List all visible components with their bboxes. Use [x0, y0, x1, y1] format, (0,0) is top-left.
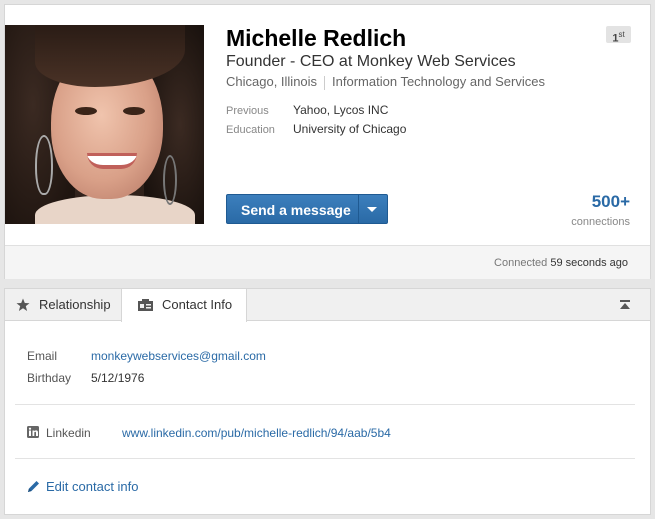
button-divider: [358, 195, 359, 223]
profile-industry[interactable]: Information Technology and Services: [332, 74, 545, 89]
collapse-triangle: [620, 303, 630, 309]
profile-headline: Founder - CEO at Monkey Web Services: [226, 53, 516, 70]
birthday-value: 5/12/1976: [91, 371, 145, 385]
connections-number: 500+: [591, 192, 630, 211]
connected-prefix: Connected: [494, 257, 548, 269]
education-label: Education: [226, 124, 275, 136]
birthday-label: Birthday: [27, 371, 72, 385]
education-row: Education University of Chicago: [226, 122, 406, 136]
edit-contact-info-link[interactable]: Edit contact info: [27, 479, 139, 494]
photo-earring-left: [35, 135, 53, 195]
linkedin-label: Linkedin: [46, 426, 91, 440]
previous-row: Previous Yahoo, Lycos INC: [226, 103, 388, 117]
contact-panel: Relationship Contact Info Email monkeywe…: [4, 288, 651, 515]
connected-status: Connected 59 seconds ago: [5, 245, 650, 279]
divider: [15, 458, 635, 459]
location-line: Chicago, Illinois Information Technology …: [226, 74, 545, 90]
previous-label: Previous: [226, 105, 269, 117]
tab-bar: Relationship Contact Info: [5, 289, 650, 322]
education-value[interactable]: University of Chicago: [293, 122, 406, 136]
tab-contact-info[interactable]: Contact Info: [121, 289, 247, 322]
email-label: Email: [27, 349, 58, 363]
linkedin-link[interactable]: www.linkedin.com/pub/michelle-redlich/94…: [122, 426, 391, 440]
profile-location[interactable]: Chicago, Illinois: [226, 74, 317, 89]
chevron-down-icon[interactable]: [367, 207, 377, 212]
separator: [324, 75, 326, 90]
pencil-icon: [28, 481, 39, 492]
tab-relationship[interactable]: Relationship: [5, 289, 121, 321]
tab-relationship-label: Relationship: [39, 297, 111, 312]
email-link[interactable]: monkeywebservices@gmail.com: [91, 349, 266, 363]
connections-label: connections: [571, 216, 630, 228]
profile-name: Michelle Redlich: [226, 25, 407, 51]
connection-degree-badge: 1st: [606, 26, 631, 45]
previous-value[interactable]: Yahoo, Lycos INC: [293, 103, 388, 117]
edit-contact-info-label: Edit contact info: [46, 479, 139, 494]
send-message-button[interactable]: Send a message: [226, 194, 388, 224]
profile-photo[interactable]: [5, 25, 204, 224]
profile-card: Michelle Redlich Founder - CEO at Monkey…: [4, 4, 651, 279]
collapse-bar: [620, 300, 630, 302]
connections-count[interactable]: 500+ connections: [571, 192, 630, 230]
photo-eye-left: [75, 107, 97, 115]
send-message-label: Send a message: [241, 202, 351, 218]
photo-eye-right: [123, 107, 145, 115]
photo-earring-right: [163, 155, 177, 205]
star-icon: [16, 298, 30, 311]
degree-suffix: st: [618, 30, 625, 39]
tab-contact-info-label: Contact Info: [162, 297, 233, 312]
connected-time: 59 seconds ago: [550, 257, 628, 269]
collapse-up-icon[interactable]: [620, 300, 630, 310]
divider: [15, 404, 635, 405]
contact-card-icon: [138, 299, 153, 311]
linkedin-icon: [27, 426, 39, 438]
